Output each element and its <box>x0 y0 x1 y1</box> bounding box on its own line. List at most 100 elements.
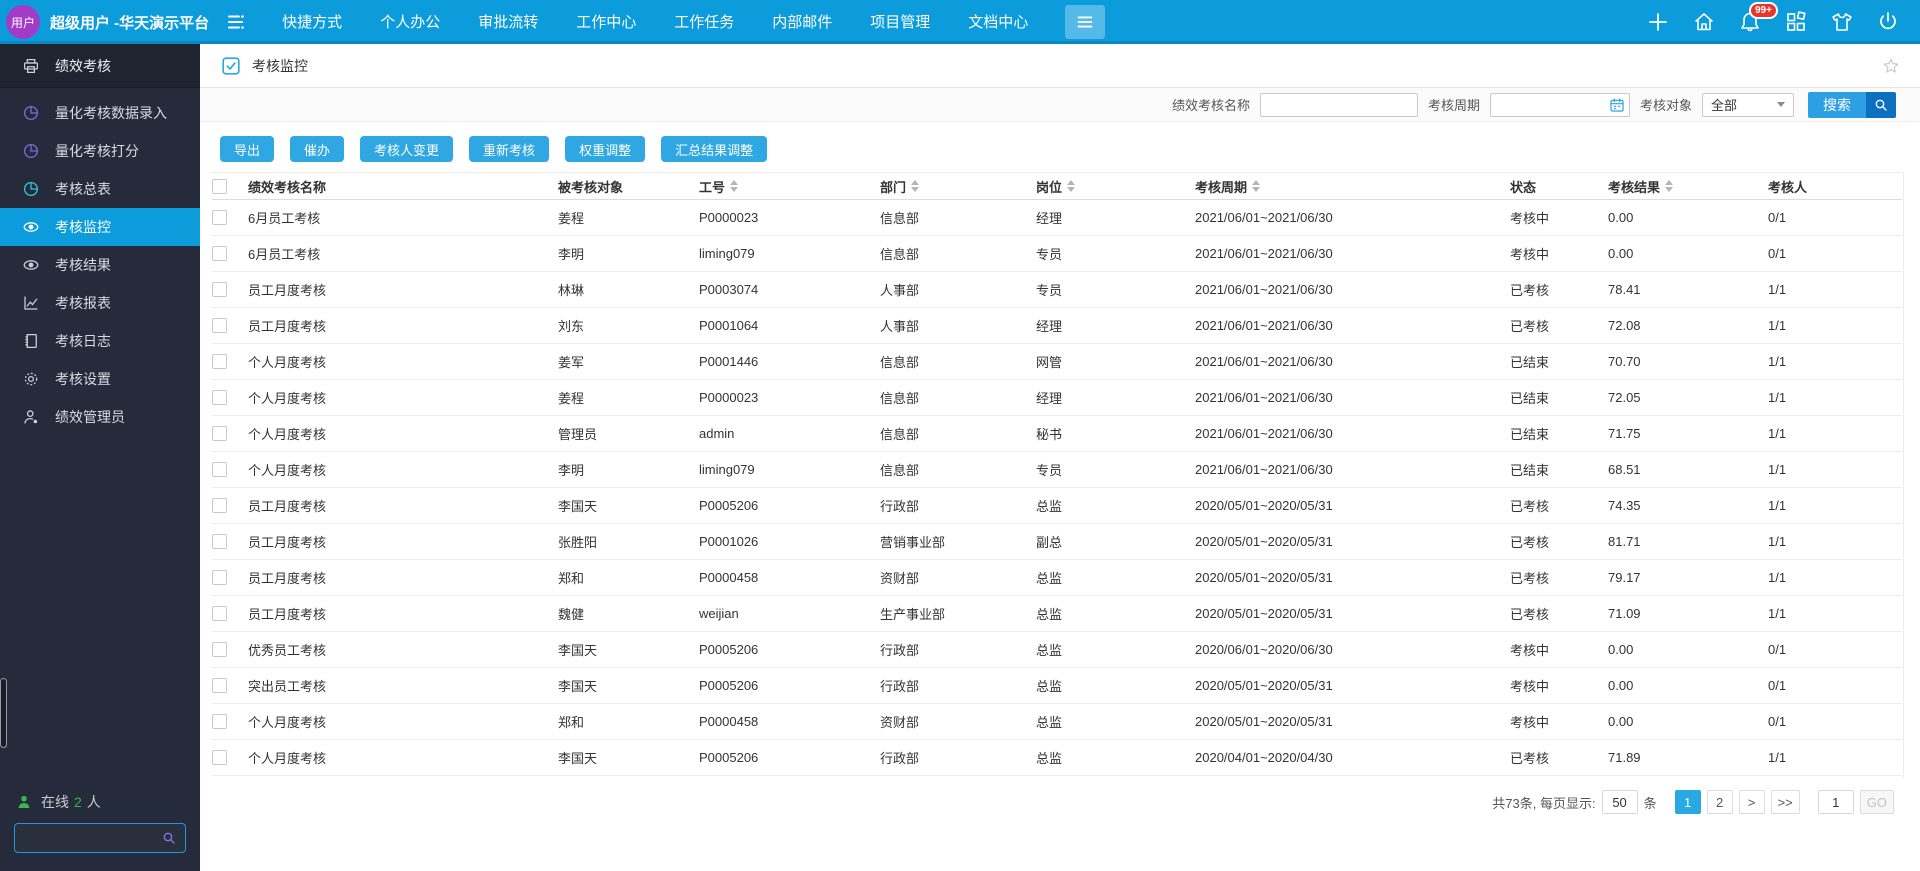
select-all-checkbox[interactable] <box>212 179 227 194</box>
sidebar-item-assessment-result[interactable]: 考核结果 <box>0 246 200 284</box>
row-checkbox[interactable] <box>212 462 227 477</box>
home-icon[interactable] <box>1692 10 1716 34</box>
apps-grid-icon[interactable] <box>1784 10 1808 34</box>
sidebar-item-assessment-log[interactable]: 考核日志 <box>0 322 200 360</box>
avatar[interactable]: 用户 <box>6 5 40 39</box>
theme-shirt-icon[interactable] <box>1830 10 1854 34</box>
table-row[interactable]: 个人月度考核姜军P0001446信息部网管2021/06/01~2021/06/… <box>212 344 1902 380</box>
row-checkbox[interactable] <box>212 750 227 765</box>
row-checkbox[interactable] <box>212 282 227 297</box>
column-header-period[interactable]: 考核周期 <box>1195 177 1510 196</box>
summary-adjust-button[interactable]: 汇总结果调整 <box>661 136 767 162</box>
change-assessor-button[interactable]: 考核人变更 <box>360 136 453 162</box>
filter-name-input[interactable] <box>1260 93 1418 117</box>
sort-arrows-icon[interactable] <box>1665 180 1673 192</box>
row-checkbox[interactable] <box>212 678 227 693</box>
page-button-1[interactable]: 1 <box>1675 790 1701 814</box>
search-button[interactable]: 搜索 <box>1808 92 1896 118</box>
username: 超级用户 -华天演示平台 <box>50 12 209 33</box>
sidebar-item-quant-scoring[interactable]: 量化考核打分 <box>0 132 200 170</box>
row-checkbox[interactable] <box>212 534 227 549</box>
menu-toggle-icon[interactable] <box>225 10 249 34</box>
row-checkbox[interactable] <box>212 246 227 261</box>
table-row[interactable]: 个人月度考核姜程P0000023信息部经理2021/06/01~2021/06/… <box>212 380 1902 416</box>
page-jump-input[interactable] <box>1818 790 1854 814</box>
weight-adjust-button[interactable]: 权重调整 <box>565 136 645 162</box>
sidebar-item-assessment-settings[interactable]: 考核设置 <box>0 360 200 398</box>
export-button[interactable]: 导出 <box>220 136 274 162</box>
last-page-button[interactable]: >> <box>1771 790 1800 814</box>
favorite-star-icon[interactable] <box>1882 57 1900 75</box>
row-checkbox[interactable] <box>212 606 227 621</box>
row-checkbox[interactable] <box>212 714 227 729</box>
add-icon[interactable] <box>1646 10 1670 34</box>
table-row[interactable]: 6月员工考核姜程P0000023信息部经理2021/06/01~2021/06/… <box>212 200 1902 236</box>
sidebar-search-input[interactable] <box>15 831 161 846</box>
tab-internal-mail[interactable]: 内部邮件 <box>753 2 851 43</box>
sidebar-scrollbar[interactable] <box>0 678 7 748</box>
row-checkbox[interactable] <box>212 354 227 369</box>
filter-target-select[interactable]: 全部 <box>1702 93 1794 117</box>
row-checkbox[interactable] <box>212 390 227 405</box>
notifications-bell-icon[interactable]: 99+ <box>1738 10 1762 34</box>
cell-name: 个人月度考核 <box>248 712 558 731</box>
tab-personal-office[interactable]: 个人办公 <box>361 2 459 43</box>
sort-arrows-icon[interactable] <box>1067 180 1075 192</box>
row-checkbox[interactable] <box>212 426 227 441</box>
sidebar-item-perf-admin[interactable]: 绩效管理员 <box>0 398 200 436</box>
table-row[interactable]: 员工月度考核林琳P0003074人事部专员2021/06/01~2021/06/… <box>212 272 1902 308</box>
reassess-button[interactable]: 重新考核 <box>469 136 549 162</box>
column-header-dept[interactable]: 部门 <box>880 177 1036 196</box>
sort-arrows-icon[interactable] <box>730 180 738 192</box>
sort-arrows-icon[interactable] <box>911 180 919 192</box>
table-row[interactable]: 个人月度考核李国天P0005206行政部总监2020/04/01~2020/04… <box>212 740 1902 776</box>
row-checkbox[interactable] <box>212 498 227 513</box>
table-scrollbar-track[interactable] <box>1903 172 1904 778</box>
table-row[interactable]: 6月员工考核李明liming079信息部专员2021/06/01~2021/06… <box>212 236 1902 272</box>
book-icon <box>22 332 40 350</box>
table-row[interactable]: 员工月度考核郑和P0000458资财部总监2020/05/01~2020/05/… <box>212 560 1902 596</box>
power-logout-icon[interactable] <box>1876 10 1900 34</box>
page-size-input[interactable] <box>1602 790 1638 814</box>
sidebar-item-assessment-summary[interactable]: 考核总表 <box>0 170 200 208</box>
column-header-result[interactable]: 考核结果 <box>1608 177 1768 196</box>
row-checkbox[interactable] <box>212 642 227 657</box>
row-checkbox-cell <box>212 210 248 225</box>
urge-button[interactable]: 催办 <box>290 136 344 162</box>
sidebar-item-assessment-monitor[interactable]: 考核监控 <box>0 208 200 246</box>
sidebar-item-quant-data-entry[interactable]: 量化考核数据录入 <box>0 94 200 132</box>
sidebar-item-label: 量化考核打分 <box>55 141 139 161</box>
calendar-icon[interactable] <box>1609 97 1625 113</box>
row-checkbox[interactable] <box>212 570 227 585</box>
table-row[interactable]: 员工月度考核魏健weijian生产事业部总监2020/05/01~2020/05… <box>212 596 1902 632</box>
cell-position: 经理 <box>1036 316 1195 335</box>
row-checkbox[interactable] <box>212 210 227 225</box>
table-row[interactable]: 员工月度考核张胜阳P0001026营销事业部副总2020/05/01~2020/… <box>212 524 1902 560</box>
tab-shortcuts[interactable]: 快捷方式 <box>263 2 361 43</box>
table-row[interactable]: 个人月度考核李明liming079信息部专员2021/06/01~2021/06… <box>212 452 1902 488</box>
tab-work-center[interactable]: 工作中心 <box>557 2 655 43</box>
cell-status: 考核中 <box>1510 676 1608 695</box>
column-header-emp-no[interactable]: 工号 <box>699 177 880 196</box>
sort-arrows-icon[interactable] <box>1252 180 1260 192</box>
more-menus-button[interactable] <box>1065 5 1105 39</box>
table-row[interactable]: 优秀员工考核李国天P0005206行政部总监2020/06/01~2020/06… <box>212 632 1902 668</box>
column-header-position[interactable]: 岗位 <box>1036 177 1195 196</box>
tab-project-mgmt[interactable]: 项目管理 <box>851 2 949 43</box>
sidebar-item-perf-assessment[interactable]: 绩效考核 <box>0 44 200 88</box>
table-row[interactable]: 员工月度考核李国天P0005206行政部总监2020/05/01~2020/05… <box>212 488 1902 524</box>
go-button[interactable]: GO <box>1860 790 1894 814</box>
search-icon[interactable] <box>161 830 177 846</box>
page-button-2[interactable]: 2 <box>1707 790 1733 814</box>
table-row[interactable]: 员工月度考核刘东P0001064人事部经理2021/06/01~2021/06/… <box>212 308 1902 344</box>
table-row[interactable]: 个人月度考核管理员admin信息部秘书2021/06/01~2021/06/30… <box>212 416 1902 452</box>
tab-work-tasks[interactable]: 工作任务 <box>655 2 753 43</box>
next-page-button[interactable]: > <box>1739 790 1765 814</box>
sidebar-item-assessment-report[interactable]: 考核报表 <box>0 284 200 322</box>
cell-result: 72.05 <box>1608 390 1768 405</box>
tab-approval-flow[interactable]: 审批流转 <box>459 2 557 43</box>
row-checkbox[interactable] <box>212 318 227 333</box>
tab-doc-center[interactable]: 文档中心 <box>949 2 1047 43</box>
table-row[interactable]: 个人月度考核郑和P0000458资财部总监2020/05/01~2020/05/… <box>212 704 1902 740</box>
table-row[interactable]: 突出员工考核李国天P0005206行政部总监2020/05/01~2020/05… <box>212 668 1902 704</box>
